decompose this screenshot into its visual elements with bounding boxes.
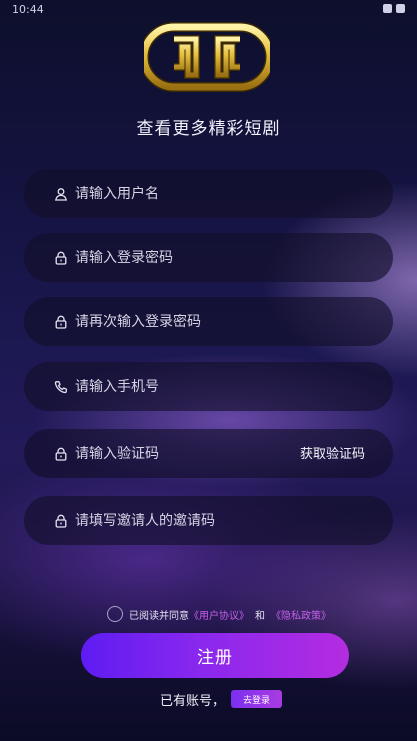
user-agreement-link[interactable]: 《用户协议》	[189, 607, 249, 622]
tagline: 查看更多精彩短剧	[136, 119, 281, 139]
phone-icon	[54, 380, 68, 394]
agreement-checkbox[interactable]	[107, 606, 123, 622]
lock-icon	[54, 514, 68, 528]
username-input[interactable]	[75, 185, 275, 202]
confirm-password-input[interactable]	[75, 313, 275, 330]
get-sms-code-button[interactable]: 获取验证码	[300, 443, 365, 462]
lock-icon	[54, 251, 68, 265]
invite-code-field[interactable]	[24, 496, 393, 545]
agreement-row: 已阅读并同意 《用户协议》 和 《隐私政策》	[107, 605, 331, 623]
user-icon	[54, 187, 68, 201]
status-icons	[383, 4, 405, 13]
invite-code-input[interactable]	[75, 512, 275, 529]
confirm-password-field[interactable]	[24, 297, 393, 346]
register-button[interactable]: 注册	[81, 633, 349, 678]
phone-field[interactable]	[24, 362, 393, 411]
lock-icon	[54, 315, 68, 329]
go-login-button[interactable]: 去登录	[231, 690, 283, 708]
login-prompt-text: 已有账号，	[160, 693, 226, 709]
sms-code-input[interactable]	[75, 445, 275, 462]
app-logo	[139, 19, 275, 95]
phone-input[interactable]	[75, 378, 275, 395]
login-prompt: 已有账号， 去登录	[160, 689, 283, 709]
username-field[interactable]	[24, 169, 393, 218]
password-input[interactable]	[75, 249, 275, 266]
password-field[interactable]	[24, 233, 393, 282]
agreement-conjunction: 和	[255, 610, 265, 622]
agreement-prefix: 已阅读并同意	[129, 610, 189, 622]
wifi-icon	[383, 4, 392, 13]
status-time: 10:44	[12, 3, 44, 16]
sms-code-field[interactable]: 获取验证码	[24, 429, 393, 478]
battery-icon	[396, 4, 405, 13]
privacy-policy-link[interactable]: 《隐私政策》	[271, 607, 331, 622]
lock-icon	[54, 447, 68, 461]
